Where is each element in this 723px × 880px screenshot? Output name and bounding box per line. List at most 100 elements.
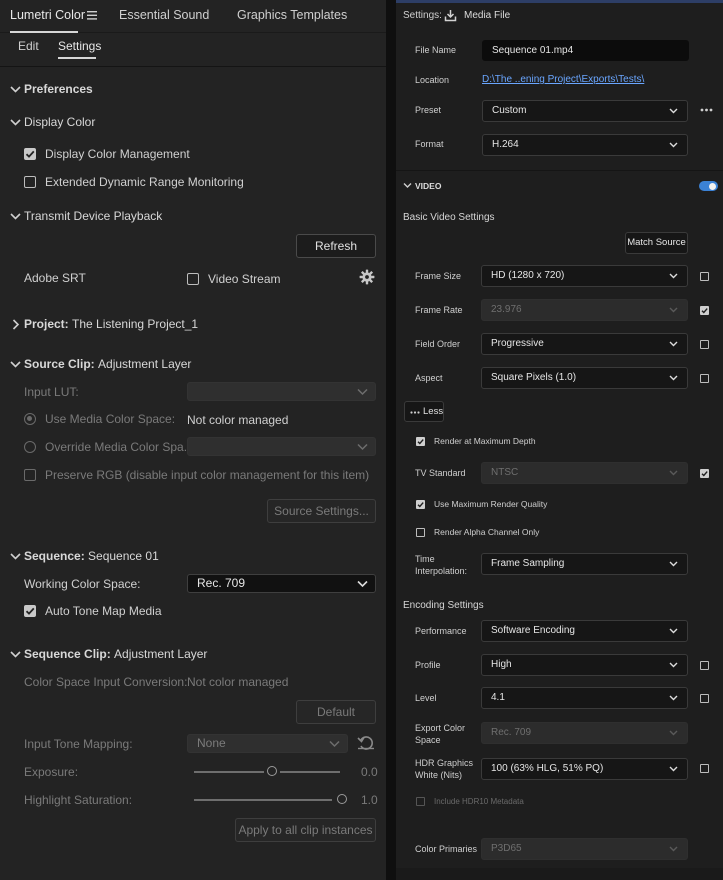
chevron-down-icon[interactable]	[9, 648, 22, 661]
hdr-graphics-white-dropdown[interactable]: 100 (63% HLG, 51% PQ)	[481, 758, 688, 780]
sequence-prefix: Sequence:	[24, 549, 85, 563]
less-button[interactable]: Less	[404, 401, 444, 422]
refresh-button[interactable]: Refresh	[296, 234, 376, 258]
preset-dropdown[interactable]: Custom	[482, 100, 688, 122]
chevron-down-icon[interactable]	[9, 550, 22, 563]
hdr-white-match-checkbox[interactable]	[700, 764, 709, 773]
section-display-color[interactable]: Display Color	[24, 115, 95, 129]
chevron-down-icon[interactable]	[403, 182, 412, 189]
exposure-knob[interactable]	[267, 766, 277, 776]
hdr-white-label-line2: White (Nits)	[415, 770, 462, 780]
chevron-down-icon[interactable]	[9, 358, 22, 371]
chevron-down-icon	[669, 695, 678, 701]
tv-standard-match-checkbox[interactable]	[700, 469, 709, 478]
video-section-header[interactable]: VIDEO	[415, 181, 441, 191]
profile-match-checkbox[interactable]	[700, 661, 709, 670]
file-name-label: File Name	[415, 45, 457, 55]
subtab-edit[interactable]: Edit	[18, 39, 39, 53]
cs-input-conversion-label: Color Space Input Conversion:	[24, 675, 188, 689]
frame-size-value: HD (1280 x 720)	[491, 270, 565, 281]
highlight-saturation-value[interactable]: 1.0	[361, 793, 378, 807]
hdr-white-label-line1: HDR Graphics	[415, 758, 474, 768]
chevron-down-icon[interactable]	[9, 210, 22, 223]
override-cs-radio[interactable]	[24, 441, 36, 453]
section-sequence-clip[interactable]: Sequence Clip: Adjustment Layer	[24, 647, 207, 661]
gear-icon[interactable]	[359, 269, 375, 285]
tv-standard-value: NTSC	[491, 467, 519, 478]
performance-dropdown[interactable]: Software Encoding	[481, 620, 688, 642]
include-hdr10-checkbox[interactable]	[416, 797, 425, 806]
field-order-match-checkbox[interactable]	[700, 340, 709, 349]
tab-essential-sound[interactable]: Essential Sound	[119, 8, 209, 22]
basic-video-settings-heading: Basic Video Settings	[403, 212, 495, 223]
frame-size-match-checkbox[interactable]	[700, 272, 709, 281]
aspect-match-checkbox[interactable]	[700, 374, 709, 383]
extended-range-checkbox[interactable]	[24, 176, 36, 188]
input-lut-dropdown[interactable]	[187, 382, 376, 401]
highlight-saturation-slider[interactable]	[194, 794, 347, 806]
preset-value: Custom	[492, 105, 527, 116]
video-toggle[interactable]	[699, 181, 718, 191]
project-prefix: Project:	[24, 317, 69, 331]
frame-size-dropdown[interactable]: HD (1280 x 720)	[481, 265, 688, 287]
source-settings-button[interactable]: Source Settings...	[267, 499, 376, 523]
auto-tone-map-label: Auto Tone Map Media	[45, 604, 162, 618]
exposure-value[interactable]: 0.0	[361, 765, 378, 779]
auto-tone-map-checkbox[interactable]	[24, 605, 36, 617]
working-cs-dropdown[interactable]: Rec. 709	[187, 574, 376, 593]
section-preferences[interactable]: Preferences	[24, 82, 93, 96]
tab-lumetri-color[interactable]: Lumetri Color	[10, 8, 85, 22]
chevron-right-icon[interactable]	[9, 318, 22, 331]
section-sequence[interactable]: Sequence: Sequence 01	[24, 549, 159, 563]
divider	[0, 66, 386, 67]
lumetri-settings-panel: Lumetri Color Essential Sound Graphics T…	[0, 0, 386, 880]
apply-all-clip-instances-button[interactable]: Apply to all clip instances	[235, 818, 376, 842]
export-settings-panel: Settings: Media File File Name Sequence …	[396, 0, 723, 880]
format-dropdown[interactable]: H.264	[482, 134, 688, 156]
use-media-cs-label: Use Media Color Space:	[45, 412, 176, 426]
file-name-input[interactable]: Sequence 01.mp4	[482, 40, 689, 61]
section-transmit-device[interactable]: Transmit Device Playback	[24, 209, 162, 223]
use-media-cs-radio[interactable]	[24, 413, 36, 425]
exposure-slider[interactable]	[194, 766, 340, 778]
color-primaries-dropdown[interactable]: P3D65	[481, 838, 688, 860]
display-color-management-label: Display Color Management	[45, 147, 190, 161]
level-dropdown[interactable]: 4.1	[481, 687, 688, 709]
max-render-quality-checkbox[interactable]	[416, 500, 425, 509]
section-source-clip[interactable]: Source Clip: Adjustment Layer	[24, 357, 191, 371]
field-order-label: Field Order	[415, 339, 461, 349]
reset-icon[interactable]	[357, 735, 375, 751]
tv-standard-dropdown[interactable]: NTSC	[481, 462, 688, 484]
chevron-down-icon[interactable]	[9, 83, 22, 96]
level-match-checkbox[interactable]	[700, 694, 709, 703]
highlight-saturation-knob[interactable]	[337, 794, 347, 804]
preserve-rgb-checkbox[interactable]	[24, 469, 36, 481]
aspect-dropdown[interactable]: Square Pixels (1.0)	[481, 367, 688, 389]
profile-dropdown[interactable]: High	[481, 654, 688, 676]
default-button[interactable]: Default	[296, 700, 376, 724]
frame-rate-match-checkbox[interactable]	[700, 306, 709, 315]
tab-graphics-templates[interactable]: Graphics Templates	[237, 8, 347, 22]
adobe-srt-label: Adobe SRT	[24, 271, 86, 285]
input-tone-mapping-dropdown[interactable]: None	[187, 734, 348, 753]
match-source-button[interactable]: Match Source	[625, 232, 688, 254]
override-cs-dropdown[interactable]	[187, 437, 376, 456]
level-value: 4.1	[491, 692, 505, 703]
render-max-depth-checkbox[interactable]	[416, 437, 425, 446]
time-interpolation-dropdown[interactable]: Frame Sampling	[481, 553, 688, 575]
video-stream-checkbox[interactable]	[187, 273, 199, 285]
section-project[interactable]: Project: The Listening Project_1	[24, 317, 198, 331]
chevron-down-icon	[669, 846, 678, 852]
subtab-settings[interactable]: Settings	[58, 39, 101, 53]
panel-menu-icon[interactable]	[87, 11, 97, 20]
more-options-icon[interactable]	[700, 108, 713, 112]
settings-label: Settings:	[403, 10, 442, 21]
field-order-dropdown[interactable]: Progressive	[481, 333, 688, 355]
source-clip-prefix: Source Clip:	[24, 357, 95, 371]
frame-rate-dropdown[interactable]: 23.976	[481, 299, 688, 321]
chevron-down-icon[interactable]	[9, 116, 22, 129]
display-color-management-checkbox[interactable]	[24, 148, 36, 160]
export-color-space-dropdown[interactable]: Rec. 709	[481, 722, 688, 744]
location-link[interactable]: D:\The ..ening Project\Exports\Tests\	[482, 74, 644, 85]
render-alpha-checkbox[interactable]	[416, 528, 425, 537]
